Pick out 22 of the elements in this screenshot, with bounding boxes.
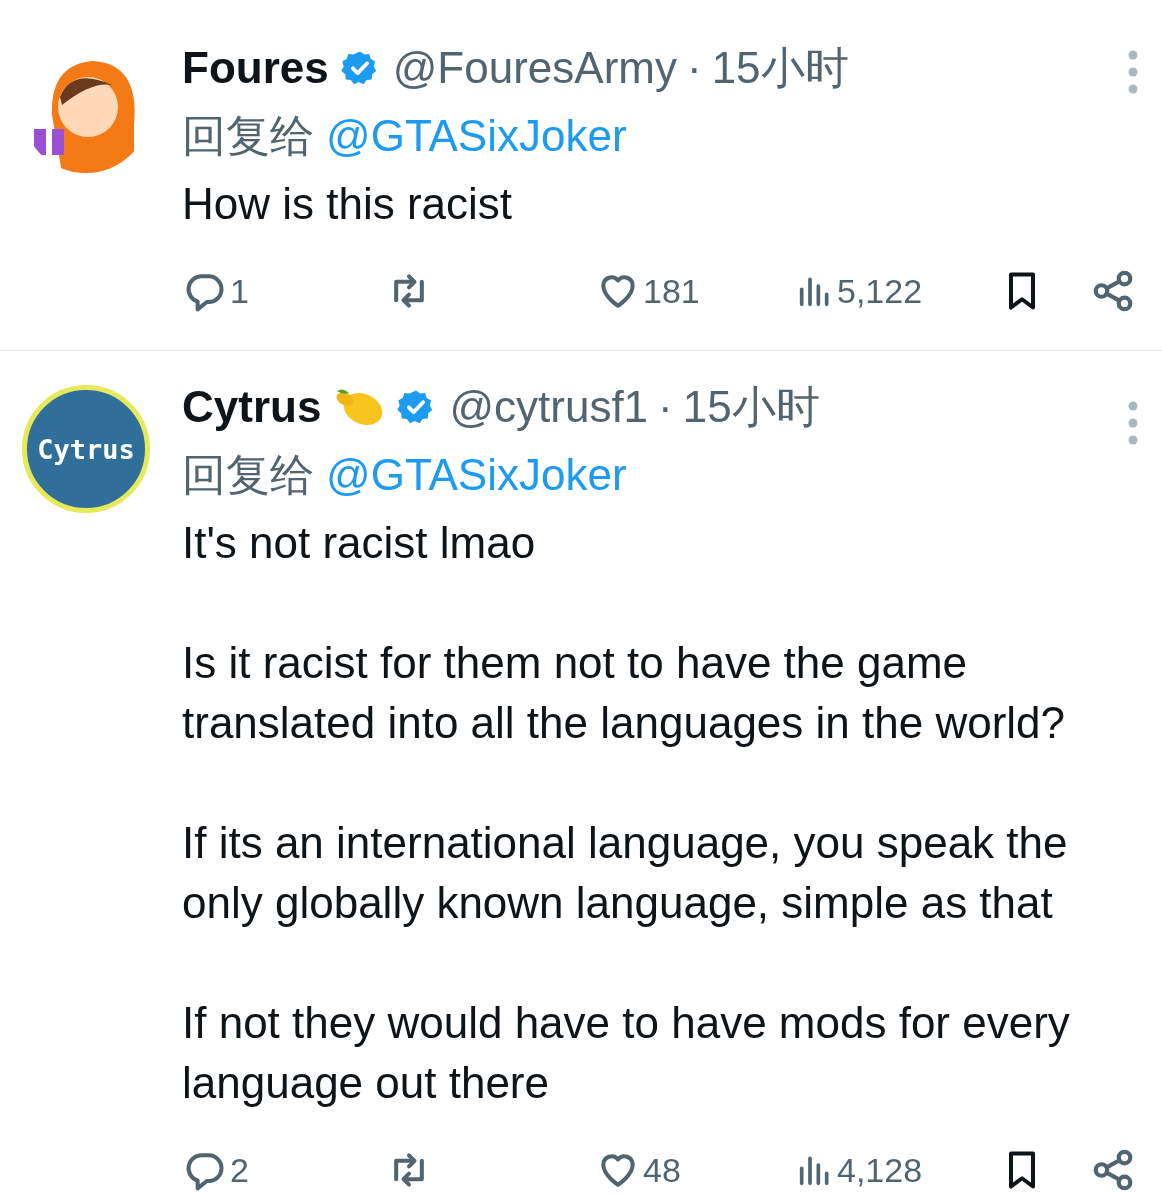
timestamp[interactable]: 15小时 — [711, 38, 849, 98]
user-handle[interactable]: @cytrusf1 — [449, 382, 649, 432]
like-count: 48 — [643, 1150, 681, 1190]
reply-count: 1 — [230, 271, 249, 311]
tweet-text: How is this racist — [182, 178, 514, 230]
user-handle[interactable]: @FouresArmy — [392, 43, 677, 93]
view-count: 5,122 — [837, 271, 923, 311]
separator-dot: · — [686, 43, 702, 93]
reply-label: 回复给 — [182, 109, 314, 162]
reply-count: 2 — [230, 1150, 249, 1190]
timestamp[interactable]: 15小时 — [682, 377, 820, 437]
tweet-text: Is it racist for them not to have the game translated into all the languages in the world? — [182, 637, 1067, 749]
tweet-text: It's not racist lmao — [182, 517, 537, 569]
user-name[interactable]: Foures — [182, 43, 329, 93]
separator-dot: · — [658, 382, 673, 432]
tweet-text: If not they would have to have mods for every language out there — [182, 997, 1071, 1109]
logo-text: Cytrus — [37, 433, 135, 465]
tweet-text: If its an international language, you speak the only globally known language, simple as that — [182, 817, 1069, 929]
like-count: 181 — [643, 271, 700, 311]
reply-label: 回复给 — [182, 448, 314, 501]
user-name[interactable]: Cytrus — [182, 382, 322, 432]
view-count: 4,128 — [837, 1150, 923, 1190]
